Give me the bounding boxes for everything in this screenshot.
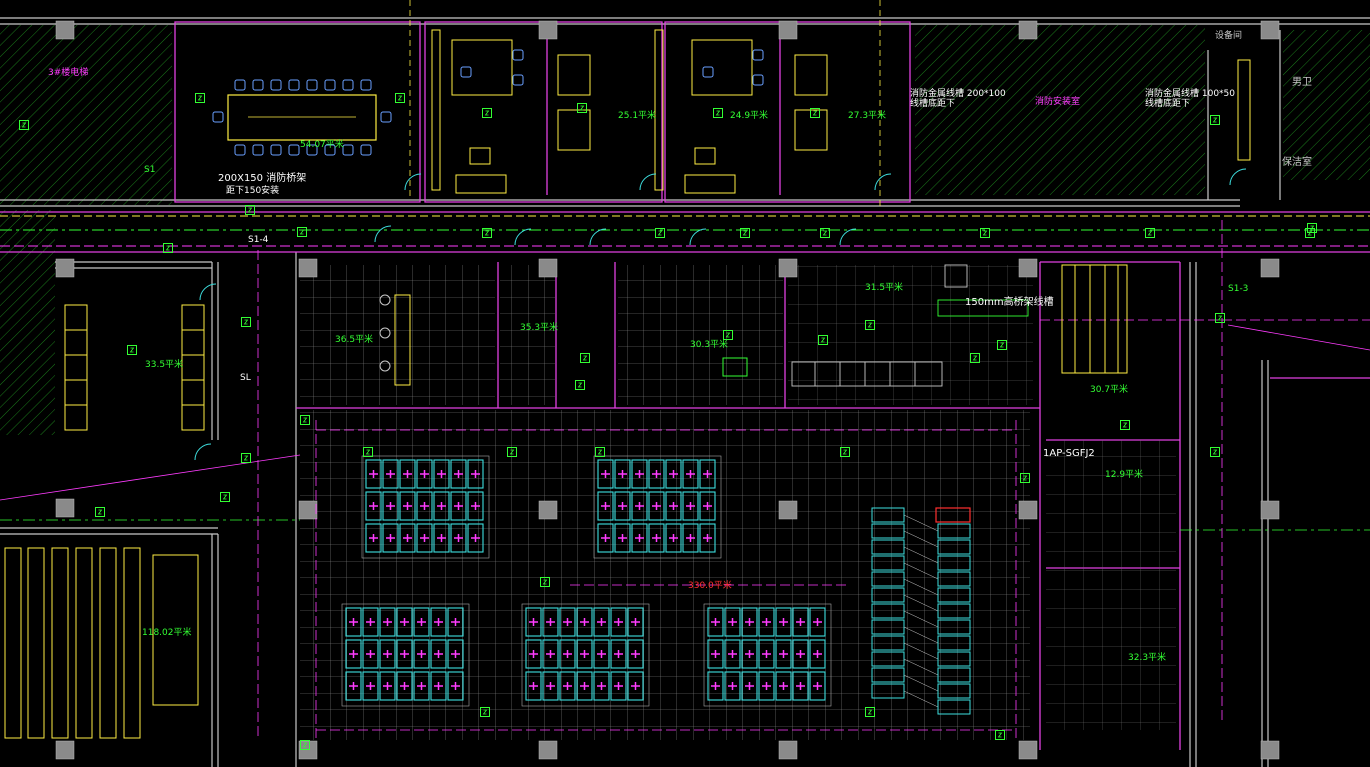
label-meeting-area: 54.07平米: [300, 138, 344, 150]
wiring-device-symbol: [163, 243, 173, 253]
label-room-wc: 男卫: [1292, 76, 1312, 88]
label-area-33-5: 33.5平米: [145, 358, 183, 370]
label-shaft: 3#楼电梯: [48, 66, 88, 78]
wiring-device-symbol: [980, 228, 990, 238]
wiring-device-symbol: [95, 507, 105, 517]
label-area-12-9: 12.9平米: [1105, 468, 1143, 480]
office-chairs: [460, 49, 764, 86]
label-room-equipment: 设备间: [1215, 29, 1242, 41]
label-panel: 1AP-SGFJ2: [1043, 448, 1095, 459]
wiring-device-symbol: [1210, 447, 1220, 457]
wiring-device-symbol: [1215, 313, 1225, 323]
wiring-device-symbol: [195, 93, 205, 103]
wiring-device-symbol: [713, 108, 723, 118]
battery-shelves: [1061, 264, 1128, 374]
wiring-device-symbol: [127, 345, 137, 355]
storage-shelving: [4, 547, 199, 739]
wiring-device-symbol: [241, 453, 251, 463]
label-area-32-3: 32.3平米: [1128, 651, 1166, 663]
label-cable-tray-1-note: 距下150安装: [226, 184, 279, 196]
wiring-device-symbol: [580, 353, 590, 363]
tag-s3: S1-3: [1228, 284, 1248, 294]
label-area-30-3: 30.3平米: [690, 338, 728, 350]
label-cable-tray-1: 200X150 消防桥架: [218, 171, 306, 184]
wiring-device-symbol: [575, 380, 585, 390]
label-area-330: 330.0平米: [688, 579, 732, 591]
label-trunk: 150mm高桥架线槽: [965, 295, 1054, 308]
label-room-cleaning: 保洁室: [1282, 155, 1312, 168]
label-area-31-5: 31.5平米: [865, 281, 903, 293]
left-room-seating: [64, 304, 205, 431]
label-area-118: 118.02平米: [142, 626, 192, 638]
label-cable-tray-3-note: 线槽底距下: [1145, 97, 1190, 109]
wiring-device-symbol: [297, 227, 307, 237]
tag-sl: SL: [240, 373, 251, 383]
floor-plan-drawing: 3#楼电梯 54.07平米 200X150 消防桥架 距下150安装 25.1平…: [0, 0, 1370, 767]
label-fire-room: 消防安装室: [1035, 95, 1080, 107]
wiring-device-symbol: [482, 108, 492, 118]
label-area-30-7: 30.7平米: [1090, 383, 1128, 395]
label-office-3-area: 27.3平米: [848, 109, 886, 121]
wiring-device-symbol: [395, 93, 405, 103]
wiring-device-symbol: [1120, 420, 1130, 430]
wiring-device-symbol: [577, 103, 587, 113]
wiring-device-symbol: [245, 205, 255, 215]
tag-s4: S1-4: [248, 235, 269, 245]
wiring-device-symbol: [241, 317, 251, 327]
label-cable-tray-2-note: 线槽底距下: [910, 97, 955, 109]
label-cable-tray-3: 消防金属线槽 100*50: [1145, 87, 1235, 99]
raised-floor-grid: [300, 265, 1176, 740]
wiring-device-symbol: [1210, 115, 1220, 125]
label-office-1-area: 25.1平米: [618, 109, 656, 121]
label-office-2-area: 24.9平米: [730, 109, 768, 121]
tag-s1: S1: [144, 165, 155, 175]
label-area-36-5: 36.5平米: [335, 333, 373, 345]
label-cable-tray-2: 消防金属线槽 200*100: [910, 87, 1006, 99]
label-area-35-3: 35.3平米: [520, 321, 558, 333]
wiring-device-symbol: [220, 492, 230, 502]
